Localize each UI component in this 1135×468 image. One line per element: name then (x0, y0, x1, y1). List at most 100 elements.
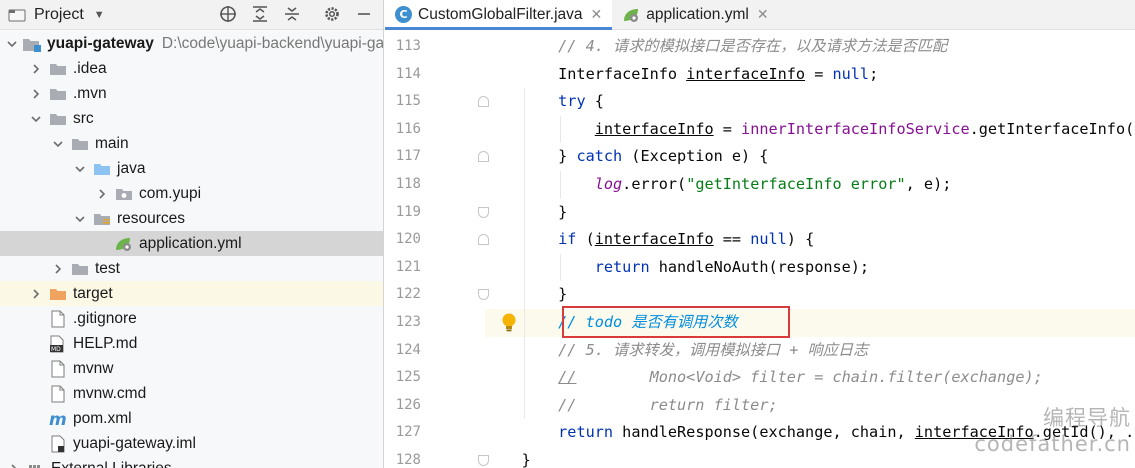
code-line[interactable]: } catch (Exception e) { (485, 143, 1135, 171)
gutter-row[interactable]: 125 (385, 364, 485, 392)
code-content[interactable]: // 4. 请求的模拟接口是否存在，以及请求方法是否匹配 InterfaceIn… (485, 31, 1135, 468)
code-line[interactable]: // 4. 请求的模拟接口是否存在，以及请求方法是否匹配 (485, 33, 1135, 61)
folder-icon (70, 261, 90, 277)
code-line[interactable]: return handleNoAuth(response); (485, 254, 1135, 282)
code-line[interactable]: interfaceInfo = innerInterfaceInfoServic… (485, 116, 1135, 144)
tree-item-java[interactable]: java (0, 156, 383, 181)
gutter-row[interactable]: 121 (385, 254, 485, 282)
editor-area: C CustomGlobalFilter.java ✕ application.… (385, 0, 1135, 468)
gutter-row[interactable]: 122 (385, 281, 489, 309)
tree-item-yuapi-gateway-iml[interactable]: yuapi-gateway.iml (0, 431, 383, 456)
tree-item-mvnw[interactable]: mvnw (0, 356, 383, 381)
code-line[interactable]: InterfaceInfo interfaceInfo = null; (485, 61, 1135, 89)
code-token: ) { (786, 230, 815, 249)
tree-item-idea[interactable]: .idea (0, 56, 383, 81)
tree-item-help-md[interactable]: MD HELP.md (0, 331, 383, 356)
gear-icon[interactable] (321, 3, 343, 25)
code-line[interactable]: } (485, 281, 1135, 309)
gutter-row[interactable]: 116 (385, 116, 485, 144)
tree-item-resources[interactable]: resources (0, 206, 383, 231)
gutter-row[interactable]: 119 (385, 199, 489, 227)
tree-item-mvnw-cmd[interactable]: mvnw.cmd (0, 381, 383, 406)
code-token: null (832, 64, 870, 83)
chevron-down-icon[interactable] (6, 36, 18, 52)
chevron-right-icon[interactable] (50, 261, 66, 277)
svg-text:MD: MD (51, 346, 61, 353)
tree-item-application-yml[interactable]: application.yml (0, 231, 383, 256)
code-line[interactable]: return handleResponse(exchange, chain, i… (485, 419, 1135, 447)
tab-label: application.yml (646, 5, 749, 23)
code-token: ( (576, 230, 595, 249)
code-line[interactable]: log.error("getInterfaceInfo error", e); (485, 171, 1135, 199)
code-line[interactable]: // Mono<Void> filter = chain.filter(exch… (485, 364, 1135, 392)
gutter-row[interactable]: 123 (385, 309, 485, 337)
tree-item-label: test (95, 259, 120, 277)
library-icon (26, 461, 46, 468)
file-icon (48, 310, 68, 327)
code-line[interactable]: if (interfaceInfo == null) { (485, 226, 1135, 254)
tab-application-yml[interactable]: application.yml ✕ (612, 0, 778, 29)
expand-all-icon[interactable] (249, 3, 271, 25)
chevron-right-icon[interactable] (28, 286, 44, 302)
chevron-right-icon[interactable] (28, 86, 44, 102)
source-folder-icon (92, 161, 112, 177)
gutter-row[interactable]: 115 (385, 88, 489, 116)
java-class-icon: C (395, 6, 412, 23)
gutter-row[interactable]: 114 (385, 61, 485, 89)
line-number: 114 (395, 65, 421, 82)
close-icon[interactable]: ✕ (591, 6, 603, 23)
code-line[interactable]: try { (485, 88, 1135, 116)
gutter-row[interactable]: 127 (385, 419, 485, 447)
gutter-row[interactable]: 120 (385, 226, 489, 254)
resources-folder-icon (92, 211, 112, 227)
code-token: } (485, 147, 577, 166)
chevron-right-icon[interactable] (6, 461, 22, 468)
tree-item-mvn[interactable]: .mvn (0, 81, 383, 106)
project-panel-title[interactable]: Project (34, 6, 84, 24)
gutter-row[interactable]: 128 (385, 447, 489, 468)
tree-item-pom-xml[interactable]: m pom.xml (0, 406, 383, 431)
tree-item-main[interactable]: main (0, 131, 383, 156)
close-icon[interactable]: ✕ (757, 6, 769, 23)
code-token: // return filter; (558, 395, 778, 414)
chevron-right-icon[interactable] (94, 186, 110, 202)
gutter-row[interactable]: 126 (385, 392, 485, 420)
line-number: 118 (395, 176, 421, 192)
tab-custom-global-filter[interactable]: C CustomGlobalFilter.java ✕ (385, 0, 613, 30)
iml-icon (48, 435, 68, 452)
tree-item-test[interactable]: test (0, 256, 383, 281)
chevron-down-icon[interactable] (72, 161, 88, 177)
tree-item-gitignore[interactable]: .gitignore (0, 306, 383, 331)
code-token: == (713, 230, 751, 249)
lightbulb-icon[interactable] (500, 312, 518, 332)
tree-item-target[interactable]: target (0, 281, 383, 306)
locate-file-icon[interactable] (217, 3, 239, 25)
minimize-icon[interactable] (353, 3, 375, 25)
chevron-down-icon[interactable] (28, 111, 44, 127)
gutter-row[interactable]: 118 (385, 171, 485, 199)
gutter-row[interactable]: 117 (385, 143, 489, 171)
tree-item-com-yupi[interactable]: com.yupi (0, 181, 383, 206)
gutter-row[interactable]: 113 (385, 33, 485, 61)
code-token: interfaceInfo (686, 64, 806, 83)
file-icon (48, 360, 68, 377)
gutter-row[interactable]: 124 (385, 337, 485, 365)
tree-item-label: External Libraries (51, 459, 172, 468)
code-line[interactable]: // 5. 请求转发，调用模拟接口 + 响应日志 (485, 337, 1135, 365)
package-icon (114, 186, 134, 202)
chevron-right-icon[interactable] (28, 61, 44, 77)
chevron-down-icon[interactable] (72, 211, 88, 227)
tree-item-label: .mvn (73, 84, 107, 102)
collapse-all-icon[interactable] (281, 3, 303, 25)
tree-item-external-libraries[interactable]: External Libraries (0, 456, 383, 468)
chevron-down-icon[interactable] (50, 136, 66, 152)
chevron-down-icon[interactable]: ▼ (94, 9, 105, 21)
code-line[interactable]: } (485, 447, 1135, 468)
code-line[interactable]: } (485, 199, 1135, 227)
tree-item-yuapi-gateway[interactable]: yuapi-gateway D:\code\yuapi-backend\yuapi… (0, 31, 383, 56)
code-token: return (594, 257, 650, 276)
tree-item-src[interactable]: src (0, 106, 383, 131)
code-line[interactable]: // return filter; (485, 392, 1135, 420)
